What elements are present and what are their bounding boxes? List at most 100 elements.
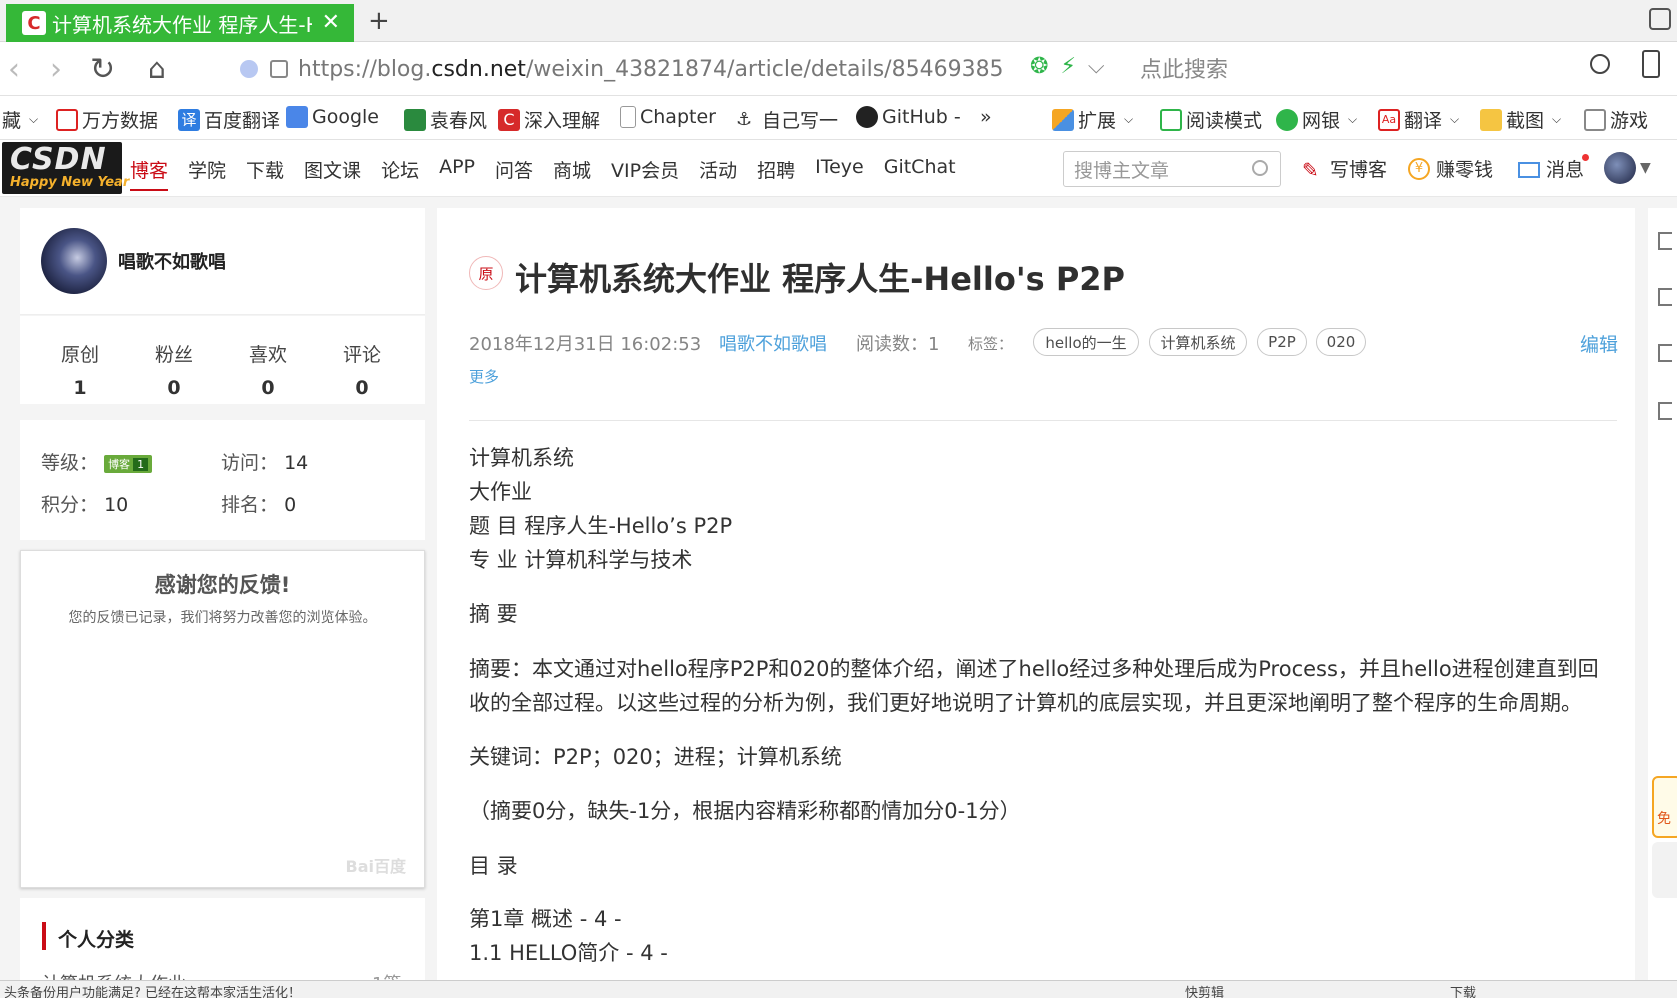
bookmark-baidu-translate[interactable]: 译百度翻译 [178,106,280,133]
restore-window-icon[interactable] [1649,8,1671,30]
nav-blog[interactable]: 博客 [130,156,169,191]
sidebar-tool-icon[interactable] [1658,232,1672,250]
nav-gitchat[interactable]: GitChat [884,156,956,191]
url-action-icons: ❂ ⚡ ⌵ [1030,54,1105,79]
tag-hello[interactable]: hello的一生 [1033,328,1139,356]
article-panel: 原 计算机系统大作业 程序人生-Hello's P2P 2018年12月31日 … [437,208,1635,998]
search-icon[interactable] [1252,160,1268,176]
stat-comments[interactable]: 评论 0 [322,340,402,399]
screenshot-menu[interactable]: 截图 ⌵ [1480,106,1561,133]
new-tab-icon[interactable]: + [368,6,390,36]
profile-stats: 原创 1 粉丝 0 喜欢 0 评论 0 [20,316,425,404]
bookmark-ziji[interactable]: ⚓ 自己写一 [736,106,838,133]
translate-icon: Aa [1378,108,1400,131]
category-title: 个人分类 [58,929,135,951]
active-tab[interactable]: C 计算机系统大作业 程序人生-Hello's P2P ✕ [6,4,354,42]
section-accent-bar [42,922,46,950]
quick-clip-button[interactable]: 快剪辑 [1185,982,1224,998]
messages-button[interactable]: 消息 [1518,155,1584,182]
profile-avatar[interactable] [41,228,107,294]
blog-search-input[interactable]: 搜博主文章 [1063,151,1281,187]
close-tab-icon[interactable]: ✕ [322,10,340,35]
translate-menu[interactable]: Aa 翻译 ⌵ [1378,106,1459,133]
sidebar-tool-icon[interactable] [1658,344,1672,362]
nav-course[interactable]: 图文课 [304,156,361,191]
download-button[interactable]: 下载 [1450,982,1476,998]
bank-menu[interactable]: 网银 ⌵ [1276,106,1357,133]
csdn-icon: C [498,108,520,131]
bookmark-yuanchunfeng[interactable]: 袁春风 [404,106,487,133]
article-author-link[interactable]: 唱歌不如歌唱 [719,330,827,356]
original-badge: 原 [469,256,503,290]
search-icon[interactable] [1590,54,1610,74]
tag-p2p[interactable]: P2P [1257,328,1307,356]
google-translate-icon [286,106,308,128]
read-count: 阅读数：1 [856,334,940,355]
status-text: 头条备份用户功能满足? 已经在这帮本家活生活化！ [4,986,302,998]
forward-icon[interactable]: › [50,52,62,87]
toc-item[interactable]: 第1章 概述 - 4 - [469,902,622,936]
nav-qa[interactable]: 问答 [495,156,533,191]
stat-original[interactable]: 原创 1 [40,340,120,399]
write-blog-button[interactable]: ✎ 写博客 [1302,155,1387,182]
dropdown-chevron-icon[interactable]: ⌵ [1088,54,1105,79]
nav-mall[interactable]: 商城 [553,156,591,191]
sidebar-tool-icon[interactable] [1658,402,1672,420]
chevron-down-icon[interactable]: ▼ [1640,160,1651,176]
url-prefix: https://blog. [298,56,432,82]
bookmark-shenru[interactable]: C 深入理解 [498,106,600,133]
back-icon[interactable]: ‹ [8,52,20,87]
bookmark-github[interactable]: GitHub - [856,106,961,128]
browser-search-input[interactable]: 点此搜索 [1140,52,1228,84]
earn-money-button[interactable]: ¥ 赚零钱 [1408,155,1493,182]
csdn-logo[interactable]: CSDN Happy New Year [2,142,129,194]
stat-likes[interactable]: 喜欢 0 [228,340,308,399]
game-menu[interactable]: 游戏 [1584,106,1648,133]
user-avatar[interactable] [1604,152,1636,184]
refresh-speed-icon[interactable]: ❂ [1030,54,1048,79]
reading-mode-icon [1160,108,1182,131]
profile-levels: 等级： 博客 1 访问： 14 积分： 10 排名： 0 [20,420,425,540]
level-row: 等级： 博客 1 [41,448,153,475]
sidebar-tool-icon[interactable] [1658,288,1672,306]
mobile-icon[interactable] [1642,50,1660,78]
bookmarks-overflow[interactable]: » [980,106,992,128]
article-line: 题 目 程序人生-Hello’s P2P [469,514,733,538]
scroll-top-button[interactable] [1652,842,1677,898]
nav-app[interactable]: APP [439,156,475,191]
extensions-menu[interactable]: 扩展 ⌵ [1052,106,1133,133]
article-heading-toc: 目 录 [469,854,518,878]
nav-academy[interactable]: 学院 [188,156,226,191]
bookmark-chapter[interactable]: Chapter [620,106,716,128]
article-heading-abstract: 摘 要 [469,602,518,626]
bookmark-google[interactable]: Google [286,106,379,128]
toc-item[interactable]: 1.1 HELLO简介 - 4 - [469,936,668,970]
nav-vip[interactable]: VIP会员 [611,156,679,191]
nav-forum[interactable]: 论坛 [381,156,419,191]
article-date: 2018年12月31日 16:02:53 [469,334,702,355]
home-icon[interactable]: ⌂ [148,52,166,85]
tag-020[interactable]: 020 [1316,328,1366,356]
reload-icon[interactable]: ↻ [90,52,115,87]
reading-mode[interactable]: 阅读模式 [1160,106,1262,133]
nav-download[interactable]: 下载 [246,156,284,191]
article-note: （摘要0分，缺失-1分，根据内容精彩称都酌情加分0-1分） [469,799,1021,823]
tab-title: 计算机系统大作业 程序人生-Hello's P2P [52,12,312,37]
stat-fans[interactable]: 粉丝 0 [134,340,214,399]
more-link[interactable]: 更多 [469,366,499,387]
edit-link[interactable]: 编辑 [1580,330,1618,357]
article-abstract-line: 收的全部过程。以这些过程的分析为例，我们更好地说明了计算机的底层实现，并且更深地… [469,691,1582,715]
profile-name[interactable]: 唱歌不如歌唱 [118,248,226,274]
vip-float-button[interactable]: 免 [1652,776,1677,838]
nav-activity[interactable]: 活动 [699,156,737,191]
meta-divider [469,420,1617,421]
bookmark-wanfang[interactable]: 万方数据 [56,106,158,133]
address-bar[interactable]: https://blog. csdn.net/weixin_43821874/ar… [240,50,1120,88]
rank-row: 排名： 0 [221,494,297,516]
nav-jobs[interactable]: 招聘 [757,156,795,191]
browser-tab-bar: C 计算机系统大作业 程序人生-Hello's P2P ✕ + [0,0,1677,42]
bookmark-item[interactable]: 藏 ⌵ [2,106,38,133]
nav-iteye[interactable]: ITeye [815,156,864,191]
lightning-icon[interactable]: ⚡ [1060,54,1075,79]
tag-computer-system[interactable]: 计算机系统 [1149,328,1247,356]
